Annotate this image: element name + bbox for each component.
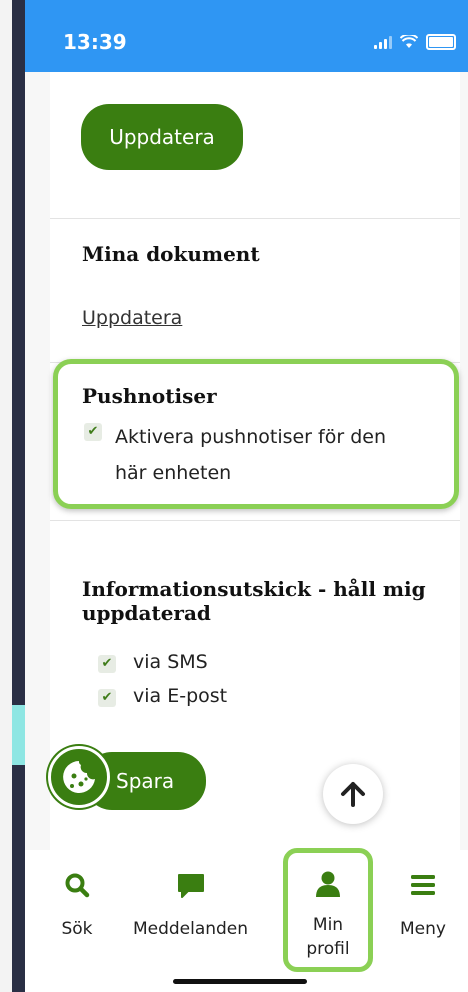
status-time: 13:39 (63, 30, 127, 54)
scroll-to-top-button[interactable] (323, 764, 383, 824)
email-label[interactable]: via E-post (133, 685, 227, 707)
signal-icon (374, 35, 392, 49)
cookie-button[interactable] (48, 746, 110, 808)
search-icon (65, 873, 90, 898)
tab-search[interactable]: Sök (47, 850, 107, 941)
arrow-up-icon (341, 782, 365, 807)
sms-label[interactable]: via SMS (133, 651, 208, 673)
battery-icon (426, 34, 456, 50)
active-tab-highlight (283, 848, 373, 972)
app-edge (0, 0, 25, 992)
push-checkbox-label[interactable]: Aktivera pushnotiser för den här enheten (115, 419, 386, 491)
email-checkbox[interactable]: ✔ (98, 689, 116, 707)
status-bar: 13:39 (25, 0, 468, 72)
sms-checkbox[interactable]: ✔ (98, 655, 116, 673)
push-title: Pushnotiser (82, 384, 217, 408)
wifi-icon (400, 35, 418, 48)
divider (50, 520, 460, 521)
documents-update-link[interactable]: Uppdatera (82, 307, 182, 329)
chat-icon (177, 874, 204, 898)
tab-menu[interactable]: Meny (388, 850, 458, 941)
cookie-icon (63, 761, 95, 793)
divider (50, 218, 460, 219)
home-indicator (173, 979, 307, 984)
documents-title: Mina dokument (82, 242, 260, 266)
status-icons (374, 34, 456, 50)
tab-messages[interactable]: Meddelanden (123, 850, 258, 941)
bottom-tab-bar: Sök Meddelanden Min profil Meny (25, 850, 468, 992)
push-checkbox[interactable]: ✔ (84, 423, 102, 441)
update-button[interactable]: Uppdatera (81, 104, 243, 170)
info-title: Informationsutskick - håll mig uppdatera… (82, 577, 426, 625)
menu-icon (411, 875, 435, 895)
